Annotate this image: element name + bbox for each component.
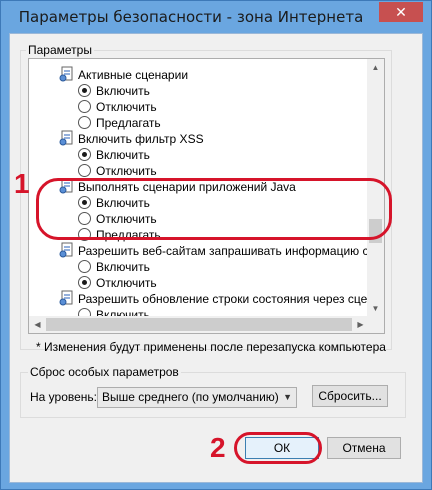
radio-option[interactable]: Отключить [78,163,157,179]
close-button[interactable]: ✕ [379,2,423,22]
radio-label: Включить [96,84,150,98]
settings-page-icon [59,66,73,82]
level-select[interactable]: Выше среднего (по умолчанию) ▼ [97,387,297,408]
radio-button[interactable] [78,100,91,113]
window-title: Параметры безопасности - зона Интернета [18,8,364,26]
settings-group-label: Параметры [26,43,94,57]
callout-number-2: 2 [210,432,226,463]
radio-button[interactable] [78,260,91,273]
radio-label: Предлагать [96,116,161,130]
callout-oval-2 [234,432,322,464]
settings-page-icon [59,242,73,258]
radio-button[interactable] [78,148,91,161]
level-label: На уровень: [30,390,98,404]
radio-option[interactable]: Предлагать [78,115,161,131]
setting-heading: Разрешить веб-сайтам запрашивать информа… [59,242,369,260]
radio-option[interactable]: Включить [78,147,150,163]
cancel-button[interactable]: Отмена [327,437,401,459]
reset-button[interactable]: Сбросить... [312,385,388,407]
radio-label: Включить [96,260,150,274]
radio-option[interactable]: Отключить [78,275,157,291]
scroll-left-icon[interactable]: ◀ [29,316,46,333]
radio-option[interactable]: Отключить [78,99,157,115]
restart-note: * Изменения будут применены после переза… [36,340,386,354]
setting-heading: Разрешить обновление строки состояния че… [59,290,369,308]
radio-button[interactable] [78,116,91,129]
scroll-down-icon[interactable]: ▼ [367,300,384,317]
level-select-value: Выше среднего (по умолчанию) [102,390,279,404]
scroll-corner [367,316,384,333]
title-bar[interactable]: Параметры безопасности - зона Интернета … [1,1,431,33]
setting-heading-text: Разрешить обновление строки состояния че… [78,292,369,306]
horizontal-scroll-thumb[interactable] [46,318,352,331]
setting-heading-text: Разрешить веб-сайтам запрашивать информа… [78,244,369,258]
callout-number-1: 1 [14,168,30,199]
reset-group-label: Сброс особых параметров [28,365,181,379]
setting-heading-text: Активные сценарии [78,68,189,82]
setting-heading-text: Включить фильтр XSS [78,132,204,146]
setting-heading: Активные сценарии [59,66,188,84]
radio-button[interactable] [78,84,91,97]
settings-page-icon [59,290,73,306]
horizontal-scrollbar[interactable]: ◀ ▶ [29,316,369,333]
radio-button[interactable] [78,276,91,289]
callout-oval-1 [36,178,392,240]
scroll-up-icon[interactable]: ▲ [367,59,384,76]
chevron-down-icon[interactable]: ▼ [283,388,292,407]
radio-label: Отключить [96,276,157,290]
radio-option[interactable]: Включить [78,83,150,99]
radio-option[interactable]: Включить [78,259,150,275]
radio-label: Отключить [96,164,157,178]
radio-button[interactable] [78,164,91,177]
setting-heading: Включить фильтр XSS [59,130,204,148]
settings-page-icon [59,130,73,146]
radio-label: Отключить [96,100,157,114]
radio-label: Включить [96,148,150,162]
